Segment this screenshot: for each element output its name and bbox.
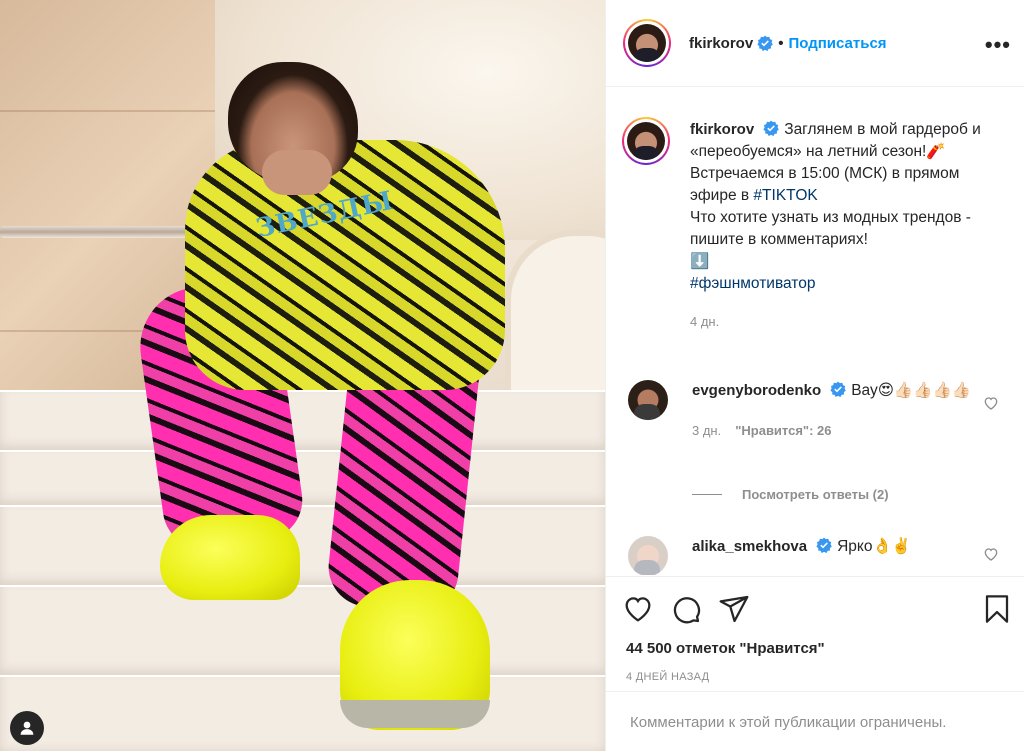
comments-limited-notice: Комментарии к этой публикации ограничены… (606, 691, 1024, 752)
comment-text: alika_smekhova Ярко👌✌️ (692, 536, 972, 575)
verified-icon (763, 120, 780, 136)
header-author-block: fkirkorov • Подписаться (689, 35, 887, 52)
likes-count[interactable]: 44 500 отметок "Нравится" (626, 640, 825, 657)
comment-text: evgenyborodenko Вау😍👍🏻👍🏻👍🏻👍🏻 3 дн. "Нрави… (692, 380, 972, 442)
caption-avatar-image (627, 122, 665, 160)
hashtag-link[interactable]: #фэшнмотиватор (690, 275, 815, 292)
photo-step (0, 390, 605, 452)
header-separator: • (778, 34, 784, 52)
caption-line: Что хотите узнать из модных трендов - пи… (690, 209, 971, 248)
comment-icon[interactable] (670, 593, 702, 625)
photo-step (0, 505, 605, 587)
heart-icon[interactable] (622, 593, 654, 625)
commenter-avatar[interactable] (628, 536, 668, 575)
comment-body: Вау😍👍🏻👍🏻👍🏻👍🏻 (851, 382, 972, 399)
comments-list: fkirkorov Заглянем в мой гардероб и «пер… (606, 87, 1024, 575)
caption-avatar[interactable] (622, 117, 670, 165)
verified-icon (816, 537, 832, 553)
caption: fkirkorov Заглянем в мой гардероб и «пер… (622, 117, 1005, 333)
commenter-avatar[interactable] (628, 380, 668, 420)
photo-step (0, 450, 605, 507)
author-avatar[interactable] (623, 19, 671, 67)
photo-step (0, 675, 605, 751)
comment-like-heart-icon[interactable] (983, 546, 999, 562)
verified-icon (830, 381, 847, 397)
follow-button[interactable]: Подписаться (788, 35, 886, 52)
photo-step (0, 585, 605, 677)
post-timestamp[interactable]: 4 ДНЕЙ НАЗАД (626, 671, 709, 683)
photo-shoe (160, 515, 300, 600)
hashtag-link[interactable]: #TIKTOK (753, 187, 817, 204)
comment-item: evgenyborodenko Вау😍👍🏻👍🏻👍🏻👍🏻 3 дн. "Нрави… (622, 380, 972, 442)
caption-username[interactable]: fkirkorov (690, 121, 754, 138)
caption-line: ⬇️ (690, 253, 710, 270)
post-header: fkirkorov • Подписаться ••• (606, 0, 1024, 87)
comment-item: alika_smekhova Ярко👌✌️ (622, 536, 972, 575)
user-tag-glyph (20, 721, 34, 735)
post-photo[interactable]: ЗВЕЗДЫ (0, 0, 605, 751)
photo-hand (262, 150, 332, 195)
photo-handrail (0, 226, 200, 238)
photo-wall-line (0, 110, 215, 112)
caption-text: fkirkorov Заглянем в мой гардероб и «пер… (690, 119, 1005, 333)
view-replies-button[interactable]: Посмотреть ответы (2) (692, 487, 889, 502)
author-avatar-image (628, 24, 666, 62)
view-replies-label: Посмотреть ответы (2) (742, 487, 889, 502)
photo-shoe-sole (340, 700, 490, 728)
bookmark-icon[interactable] (981, 593, 1013, 625)
comment-body: Ярко👌✌️ (837, 538, 912, 555)
more-icon[interactable]: ••• (985, 32, 1011, 58)
author-username[interactable]: fkirkorov (689, 35, 753, 52)
comment-username[interactable]: evgenyborodenko (692, 382, 821, 399)
comment-likes[interactable]: "Нравится": 26 (735, 423, 831, 438)
user-tag-icon[interactable] (10, 711, 44, 745)
post-sidebar: fkirkorov • Подписаться ••• fkirkorov За… (605, 0, 1024, 751)
caption-line: Встречаемся в 15:00 (МСК) в прямом эфире… (690, 165, 960, 204)
comment-time[interactable]: 3 дн. (692, 423, 721, 438)
caption-time[interactable]: 4 дн. (690, 314, 719, 329)
post-actions: 44 500 отметок "Нравится" 4 ДНЕЙ НАЗАД К… (606, 576, 1024, 752)
replies-divider (692, 494, 722, 495)
comment-username[interactable]: alika_smekhova (692, 538, 807, 555)
verified-icon (757, 35, 774, 51)
photo-sweatshirt (185, 140, 505, 390)
share-icon[interactable] (718, 593, 750, 625)
comment-like-heart-icon[interactable] (983, 395, 999, 411)
action-icons (622, 593, 750, 625)
